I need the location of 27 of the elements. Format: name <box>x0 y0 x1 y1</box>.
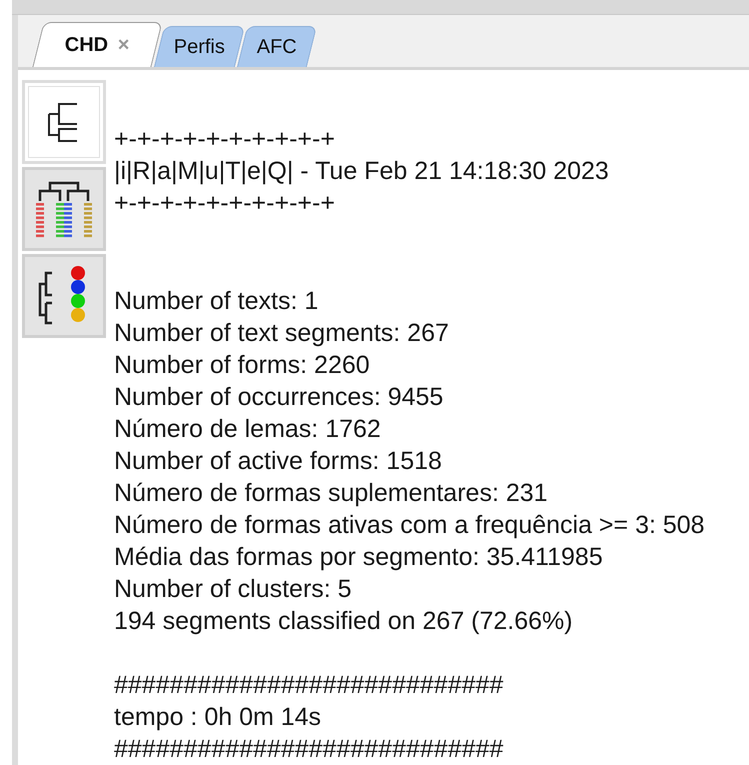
tool-button[interactable] <box>22 254 106 338</box>
output-line: |i|R|a|M|u|T|e|Q| - Tue Feb 21 14:18:30 2023 <box>114 156 610 187</box>
output-line: ############################ <box>114 670 504 701</box>
output-line: Number of occurrences: 9455 <box>114 382 444 413</box>
output-line: 194 segments classified on 267 (72.66%) <box>114 606 574 637</box>
tool-button[interactable] <box>22 80 106 164</box>
output-line: +-+-+-+-+-+-+-+-+-+ <box>114 188 336 219</box>
output-line: Número de lemas: 1762 <box>114 414 382 445</box>
tab[interactable]: CHD × <box>32 22 163 67</box>
tool-button[interactable] <box>22 167 106 251</box>
output-line: Number of texts: 1 <box>114 286 320 317</box>
tab[interactable]: AFC <box>237 26 318 67</box>
output-line: Number of active forms: 1518 <box>114 446 443 477</box>
dendrogram-icon <box>35 179 93 239</box>
tab-label: AFC <box>257 36 298 58</box>
output-line: +-+-+-+-+-+-+-+-+-+ <box>114 124 336 155</box>
tab[interactable]: Perfis <box>154 26 246 67</box>
tab-label: Perfis <box>174 36 226 58</box>
output-line: Número de formas suplementares: 231 <box>114 478 549 509</box>
output-line: Number of forms: 2260 <box>114 350 371 381</box>
output-line: tempo : 0h 0m 14s <box>114 702 322 733</box>
output-line: Média das formas por segmento: 35.411985 <box>114 542 604 573</box>
output-line: Número de formas ativas com a frequência >= 3: 508 <box>114 510 705 541</box>
output-line: Number of clusters: 5 <box>114 574 353 605</box>
output-line: Number of text segments: 267 <box>114 318 450 349</box>
output-line: ############################ <box>114 734 504 765</box>
tab-label: CHD <box>64 34 108 56</box>
